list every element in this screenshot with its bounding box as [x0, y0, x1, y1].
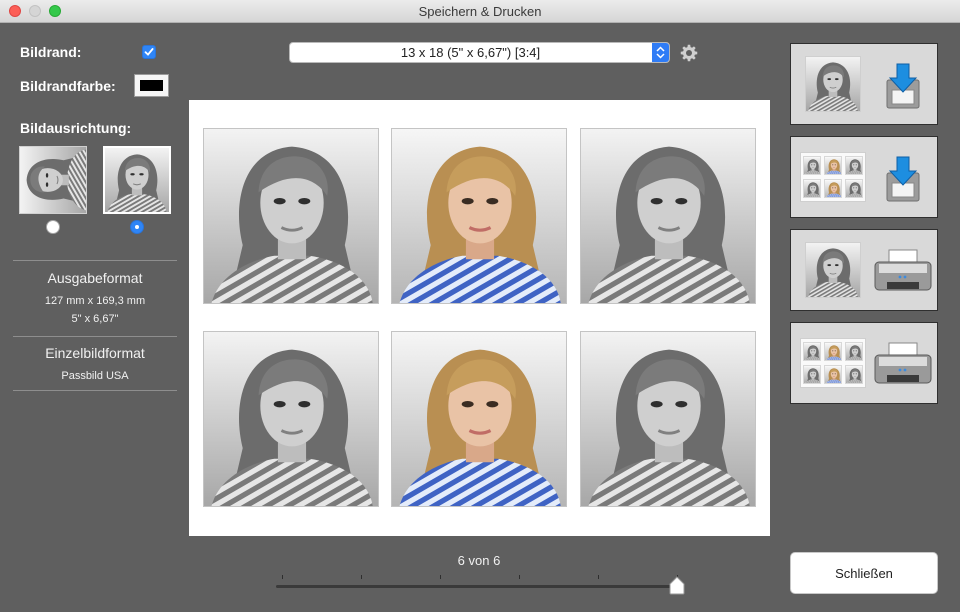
portrait-icon: [105, 148, 169, 212]
portrait-photo: [581, 332, 756, 507]
print-single-photo-button[interactable]: [790, 229, 938, 311]
slider-tick: [440, 575, 441, 579]
portrait-thumbnail-icon: [805, 242, 861, 298]
orientation-portrait-preview[interactable]: [103, 146, 171, 214]
border-label: Bildrand:: [20, 44, 82, 60]
save-photo-sheet-button[interactable]: [790, 136, 938, 218]
orientation-label: Bildausrichtung:: [20, 120, 132, 136]
photo-tile-6: [580, 331, 756, 507]
page-slider-knob[interactable]: [669, 576, 685, 595]
border-color-swatch: [140, 80, 163, 91]
slider-tick: [598, 575, 599, 579]
page-count-label: 6 von 6: [457, 553, 501, 568]
portrait-photo: [581, 129, 756, 304]
border-color-label: Bildrandfarbe:: [20, 78, 116, 94]
portrait-photo: [204, 332, 379, 507]
photo-tile-5: [391, 331, 567, 507]
select-stepper-icon: [652, 43, 669, 62]
single-format-value: Passbild USA: [61, 370, 129, 382]
slider-tick: [519, 575, 520, 579]
print-preview-sheet: [189, 100, 770, 536]
gear-icon[interactable]: [680, 44, 698, 67]
format-select-value: 13 x 18 (5" x 6,67") [3:4]: [400, 45, 541, 60]
page-slider-track[interactable]: [276, 585, 680, 588]
slider-tick: [361, 575, 362, 579]
portrait-photo: [204, 129, 379, 304]
divider: [13, 336, 177, 337]
format-select[interactable]: 13 x 18 (5" x 6,67") [3:4]: [289, 42, 670, 63]
title-bar: Speichern & Drucken: [0, 0, 960, 23]
save-download-icon: [886, 156, 920, 202]
printer-icon: [874, 342, 932, 384]
close-button[interactable]: Schließen: [790, 552, 938, 594]
orientation-landscape-radio[interactable]: [46, 220, 60, 234]
border-color-well[interactable]: [134, 74, 169, 97]
photo-tile-1: [203, 128, 379, 304]
divider: [13, 260, 177, 261]
single-format-title: Einzelbildformat: [45, 345, 145, 361]
sheet-thumbnail-icon: [800, 152, 866, 202]
landscape-portrait-icon: [20, 147, 86, 213]
photo-tile-3: [580, 128, 756, 304]
portrait-photo: [392, 332, 567, 507]
save-download-icon: [886, 63, 920, 109]
portrait-thumbnail-icon: [805, 56, 861, 112]
border-checkbox[interactable]: [142, 45, 156, 59]
portrait-photo: [392, 129, 567, 304]
photo-tile-2: [391, 128, 567, 304]
orientation-portrait-radio[interactable]: [130, 220, 144, 234]
window-title: Speichern & Drucken: [418, 4, 542, 19]
save-single-photo-button[interactable]: [790, 43, 938, 125]
output-format-inch: 5" x 6,67": [71, 313, 119, 325]
sheet-thumbnail-icon: [800, 338, 866, 388]
print-photo-sheet-button[interactable]: [790, 322, 938, 404]
divider: [13, 390, 177, 391]
output-format-mm: 127 mm x 169,3 mm: [44, 295, 146, 307]
checkmark-icon: [144, 48, 154, 56]
photo-tile-4: [203, 331, 379, 507]
slider-tick: [282, 575, 283, 579]
orientation-landscape-preview[interactable]: [19, 146, 87, 214]
printer-icon: [874, 249, 932, 291]
output-format-title: Ausgabeformat: [47, 270, 143, 286]
